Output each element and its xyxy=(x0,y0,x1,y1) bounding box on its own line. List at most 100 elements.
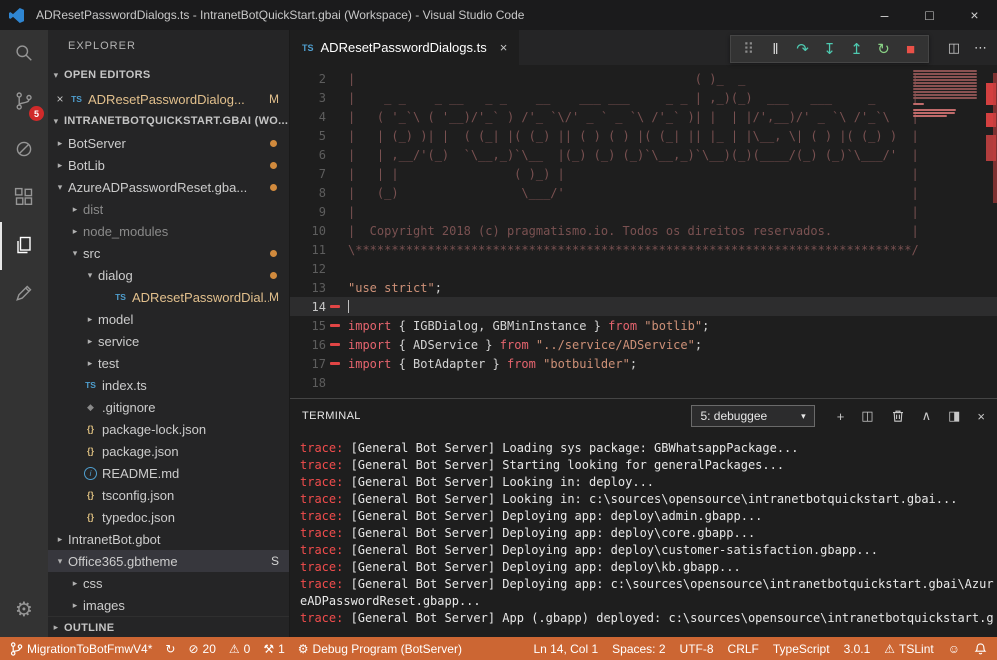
tree-item[interactable]: ▸BotServer xyxy=(48,132,289,154)
kill-terminal-icon[interactable] xyxy=(891,409,905,423)
code-line[interactable]: 5| | (_) )| | ( (_| |( (_) || ( ) ( ) |(… xyxy=(290,126,997,145)
tree-item[interactable]: ▸BotLib xyxy=(48,154,289,176)
tree-item[interactable]: ▾src xyxy=(48,242,289,264)
tree-item[interactable]: ▾dialog xyxy=(48,264,289,286)
status-indentation[interactable]: Spaces: 2 xyxy=(612,642,665,656)
code-line[interactable]: 13"use strict"; xyxy=(290,278,997,297)
tree-item[interactable]: {}tsconfig.json xyxy=(48,484,289,506)
maximize-button[interactable]: □ xyxy=(907,0,952,30)
line-number[interactable]: 8 xyxy=(290,186,326,200)
line-number[interactable]: 6 xyxy=(290,148,326,162)
code-line[interactable]: 3| _ _ _ __ _ _ __ ___ ___ _ _ | ,_)(_) … xyxy=(290,88,997,107)
tree-item[interactable]: ▸dist xyxy=(48,198,289,220)
line-number[interactable]: 14 xyxy=(290,300,326,314)
line-number[interactable]: 13 xyxy=(290,281,326,295)
pause-icon[interactable]: ‖ xyxy=(762,37,789,61)
line-number[interactable]: 2 xyxy=(290,72,326,86)
status-sync[interactable]: ↻ xyxy=(165,642,175,656)
line-number[interactable]: 18 xyxy=(290,376,326,390)
tree-item[interactable]: ▸images xyxy=(48,594,289,616)
status-feedback[interactable]: ☺ xyxy=(948,642,960,656)
split-editor-icon[interactable]: ◫ xyxy=(948,40,960,56)
line-number[interactable]: 17 xyxy=(290,357,326,371)
status-tasks[interactable]: ⚒1 xyxy=(263,642,284,656)
tree-item[interactable]: TSindex.ts xyxy=(48,374,289,396)
activity-bar-item-debug[interactable] xyxy=(0,126,48,174)
tree-item[interactable]: TSADResetPasswordDial...M xyxy=(48,286,289,308)
tree-item[interactable]: ▸service xyxy=(48,330,289,352)
line-number[interactable]: 5 xyxy=(290,129,326,143)
code-line[interactable]: 14 xyxy=(290,297,997,316)
tree-item[interactable]: ▸test xyxy=(48,352,289,374)
line-number[interactable]: 12 xyxy=(290,262,326,276)
minimize-button[interactable]: – xyxy=(862,0,907,30)
code-line[interactable]: 7| | | ( )_) | | xyxy=(290,164,997,183)
close-panel-icon[interactable]: × xyxy=(977,409,985,424)
code-line[interactable]: 17import { BotAdapter } from "botbuilder… xyxy=(290,354,997,373)
status-warnings[interactable]: ⚠0 xyxy=(229,642,250,656)
split-terminal-icon[interactable]: ◫ xyxy=(861,408,873,424)
drag-handle-icon[interactable]: ⠿ xyxy=(735,37,762,61)
scrollbar[interactable] xyxy=(993,73,997,203)
status-encoding[interactable]: UTF-8 xyxy=(680,642,714,656)
tree-item[interactable]: ▾AzureADPasswordReset.gba... xyxy=(48,176,289,198)
tree-item[interactable]: {}typedoc.json xyxy=(48,506,289,528)
line-number[interactable]: 9 xyxy=(290,205,326,219)
minimap[interactable] xyxy=(909,65,983,398)
open-editors-header[interactable]: ▾ OPEN EDITORS xyxy=(48,62,289,88)
code-line[interactable]: 12 xyxy=(290,259,997,278)
tree-item[interactable]: ◆.gitignore xyxy=(48,396,289,418)
terminal-session-select[interactable]: 5: debuggee ▾ xyxy=(691,405,814,427)
status-notifications[interactable] xyxy=(974,642,987,656)
tree-item[interactable]: {}package-lock.json xyxy=(48,418,289,440)
close-icon[interactable]: × xyxy=(500,40,508,55)
tree-item[interactable]: ▾Office365.gbthemeS xyxy=(48,550,289,572)
status-language[interactable]: TypeScript xyxy=(773,642,830,656)
stop-icon[interactable]: ■ xyxy=(897,37,924,61)
close-button[interactable]: × xyxy=(952,0,997,30)
step-out-icon[interactable]: ↥ xyxy=(843,37,870,61)
line-number[interactable]: 16 xyxy=(290,338,326,352)
activity-bar-item-source-control[interactable]: 5 xyxy=(0,78,48,126)
activity-bar-item-edit[interactable] xyxy=(0,270,48,318)
activity-bar-item-explorer[interactable] xyxy=(0,222,48,270)
toggle-panel-icon[interactable]: ◨ xyxy=(948,408,960,424)
settings-gear-icon[interactable]: ⚙ xyxy=(0,587,48,631)
terminal-content[interactable]: trace: [General Bot Server] Loading sys … xyxy=(290,433,997,637)
more-actions-icon[interactable]: ⋯ xyxy=(974,40,987,56)
status-git-branch[interactable]: MigrationToBotFmwV4* xyxy=(10,642,152,656)
new-terminal-icon[interactable]: + xyxy=(837,409,845,424)
tree-item[interactable]: ▸IntranetBot.gbot xyxy=(48,528,289,550)
code-line[interactable]: 6| | ,__/'(_) `\__,_)`\__ |(_) (_) (_)`\… xyxy=(290,145,997,164)
activity-bar-item-search[interactable] xyxy=(0,30,48,78)
maximize-panel-icon[interactable]: ∧ xyxy=(922,408,932,424)
code-line[interactable]: 4| ( '_`\ ( '__)/'_` ) /'_ `\/' _ ` _ `\… xyxy=(290,107,997,126)
code-line[interactable]: 10| Copyright 2018 (c) pragmatismo.io. T… xyxy=(290,221,997,240)
tab-terminal[interactable]: TERMINAL xyxy=(302,399,361,433)
tab-adresetpassworddialogs[interactable]: TS ADResetPasswordDialogs.ts × xyxy=(290,30,519,65)
code-line[interactable]: 18 xyxy=(290,373,997,392)
status-eol[interactable]: CRLF xyxy=(728,642,759,656)
restart-icon[interactable]: ↻ xyxy=(870,37,897,61)
open-editor-item[interactable]: × TS ADResetPasswordDialog... M xyxy=(48,88,289,110)
status-tslint[interactable]: ⚠TSLint xyxy=(884,642,933,656)
code-line[interactable]: 2| ( )_ _ | xyxy=(290,69,997,88)
step-into-icon[interactable]: ↧ xyxy=(816,37,843,61)
line-number[interactable]: 10 xyxy=(290,224,326,238)
code-line[interactable]: 8| (_) \___/' | xyxy=(290,183,997,202)
tree-item[interactable]: {}package.json xyxy=(48,440,289,462)
tree-item[interactable]: ▸css xyxy=(48,572,289,594)
code-line[interactable]: 11\*************************************… xyxy=(290,240,997,259)
close-icon[interactable]: × xyxy=(52,92,68,106)
tree-item[interactable]: ▸model xyxy=(48,308,289,330)
code-line[interactable]: 15import { IGBDialog, GBMinInstance } fr… xyxy=(290,316,997,335)
workspace-section-header[interactable]: ▾ INTRANETBOTQUICKSTART.GBAI (WO... xyxy=(48,110,289,132)
activity-bar-item-extensions[interactable] xyxy=(0,174,48,222)
tree-item[interactable]: ▸node_modules xyxy=(48,220,289,242)
line-number[interactable]: 15 xyxy=(290,319,326,333)
outline-section-header[interactable]: ▸ OUTLINE xyxy=(48,616,289,637)
line-number[interactable]: 7 xyxy=(290,167,326,181)
status-cursor-position[interactable]: Ln 14, Col 1 xyxy=(533,642,598,656)
line-number[interactable]: 11 xyxy=(290,243,326,257)
code-editor[interactable]: 2| ( )_ _ |3| _ _ _ __ _ _ __ ___ ___ _ … xyxy=(290,65,997,398)
